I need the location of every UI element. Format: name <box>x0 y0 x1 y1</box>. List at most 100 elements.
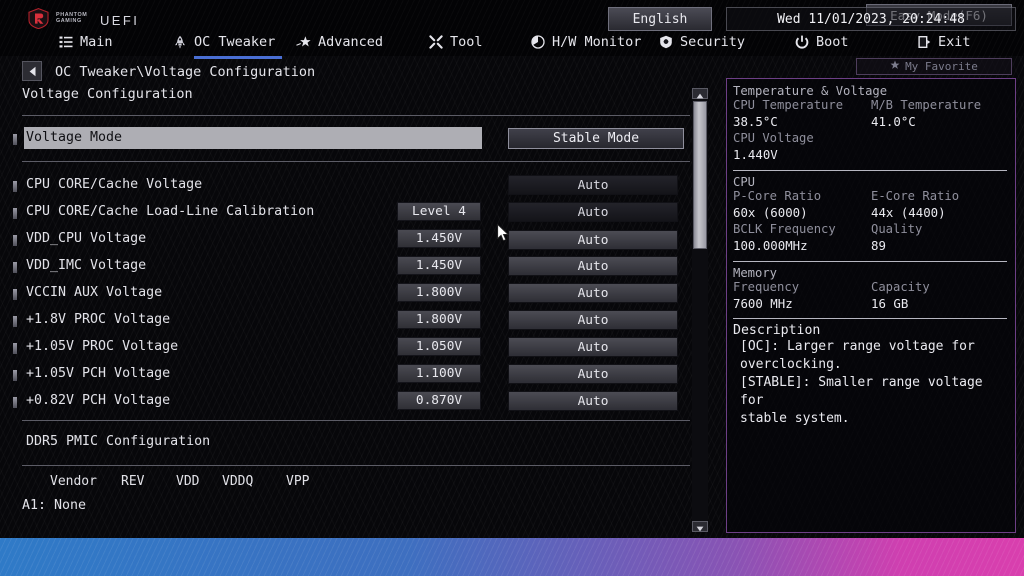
divider-pmic-header <box>22 465 690 466</box>
nav-item-exit[interactable]: Exit <box>916 29 971 56</box>
setting-value-2[interactable]: 1.450V <box>397 229 481 248</box>
setting-label: +0.82V PCH Voltage <box>26 393 171 408</box>
nav-label-exit: Exit <box>938 33 971 50</box>
setting-auto-1[interactable]: Auto <box>508 202 678 222</box>
vertical-scrollbar[interactable] <box>692 88 708 532</box>
scroll-up-button[interactable] <box>692 88 708 99</box>
my-favorite-label: My Favorite <box>905 60 978 73</box>
setting-value-7[interactable]: 1.100V <box>397 364 481 383</box>
info-cpu-temp-key: CPU Temperature <box>733 98 844 112</box>
divider-before-pmic <box>22 420 690 421</box>
info-description-title: Description <box>733 323 821 339</box>
info-mb-temp-value: 41.0°C <box>871 113 916 129</box>
info-description-line-3: [STABLE]: Smaller range voltage for <box>740 375 983 409</box>
setting-auto-8[interactable]: Auto <box>508 391 678 411</box>
info-description-line-1: [OC]: Larger range voltage for <box>740 339 975 355</box>
datetime-display[interactable]: Wed 11/01/2023, 20:24:48 <box>726 7 1016 31</box>
info-cpu-voltage-key: CPU Voltage <box>733 131 814 146</box>
info-temp-grid: CPU Temperature 38.5°C M/B Temperature 4… <box>733 98 1009 129</box>
setting-value-1[interactable]: Level 4 <box>397 202 481 221</box>
setting-label: +1.8V PROC Voltage <box>26 312 171 327</box>
pmic-section-title: DDR5 PMIC Configuration <box>26 434 211 449</box>
info-mem-capacity: Capacity 16 GB <box>871 280 1009 311</box>
info-bclk-value: 100.000MHz <box>733 238 808 254</box>
uefi-bios-screen: PHANTOM GAMING UEFI Main OC Tweaker Adva… <box>0 0 1024 576</box>
divider-after-voltage-mode <box>22 161 690 162</box>
info-mb-temp: M/B Temperature 41.0°C <box>871 98 1009 129</box>
setting-auto-2[interactable]: Auto <box>508 230 678 250</box>
setting-auto-5[interactable]: Auto <box>508 310 678 330</box>
nav-item-boot[interactable]: Boot <box>794 29 849 56</box>
setting-label: VDD_IMC Voltage <box>26 258 147 273</box>
info-description-line-4: stable system. <box>740 411 850 427</box>
info-ecore: E-Core Ratio 44x (4400) <box>871 189 1009 220</box>
setting-value-4[interactable]: 1.800V <box>397 283 481 302</box>
info-bclk-key: BCLK Frequency <box>733 222 836 237</box>
info-quality: Quality 89 <box>871 222 1009 253</box>
bullet-icon <box>13 343 17 354</box>
info-bclk-grid: BCLK Frequency 100.000MHz Quality 89 <box>733 222 1009 253</box>
info-memory-grid: Frequency 7600 MHz Capacity 16 GB <box>733 280 1009 311</box>
info-mb-temp-key: M/B Temperature <box>871 98 982 112</box>
setting-value-5[interactable]: 1.800V <box>397 310 481 329</box>
setting-value-6[interactable]: 1.050V <box>397 337 481 356</box>
info-mem-frequency-value: 7600 MHz <box>733 295 793 311</box>
exit-icon <box>916 34 931 49</box>
setting-label: +1.05V PCH Voltage <box>26 366 171 381</box>
pmic-col-vdd: VDD <box>176 474 200 489</box>
info-mem-frequency: Frequency 7600 MHz <box>733 280 871 311</box>
bullet-icon <box>13 370 17 381</box>
info-bclk: BCLK Frequency 100.000MHz <box>733 222 871 253</box>
setting-auto-0[interactable]: Auto <box>508 175 678 195</box>
setting-value-8[interactable]: 0.870V <box>397 391 481 410</box>
setting-label: CPU CORE/Cache Voltage <box>26 177 203 192</box>
language-button[interactable]: English <box>608 7 712 31</box>
pmic-col-vddq: VDDQ <box>222 474 254 489</box>
pmic-table-header: Vendor REV VDD VDDQ VPP <box>0 474 700 494</box>
setting-auto-6[interactable]: Auto <box>508 337 678 357</box>
info-divider-2 <box>733 260 1007 262</box>
setting-label: CPU CORE/Cache Load-Line Calibration <box>26 204 315 219</box>
info-panel: Temperature & Voltage CPU Temperature 38… <box>726 78 1016 533</box>
info-mem-capacity-value: 16 GB <box>871 295 909 311</box>
setting-label: +1.05V PROC Voltage <box>26 339 179 354</box>
setting-label: VCCIN AUX Voltage <box>26 285 163 300</box>
pmic-col-rev: REV <box>121 474 145 489</box>
bullet-icon <box>13 289 17 300</box>
setting-auto-7[interactable]: Auto <box>508 364 678 384</box>
info-cpu-voltage-value: 1.440V <box>733 147 778 163</box>
power-icon <box>794 34 809 49</box>
bullet-icon <box>13 181 17 192</box>
voltage-mode-value[interactable]: Stable Mode <box>508 128 684 149</box>
info-divider-3 <box>733 318 1007 320</box>
info-ecore-key: E-Core Ratio <box>871 188 960 203</box>
bullet-icon <box>13 134 17 145</box>
triangle-down-icon <box>696 517 704 536</box>
pmic-col-vpp: VPP <box>286 474 310 489</box>
scroll-down-button[interactable] <box>692 521 708 532</box>
setting-auto-4[interactable]: Auto <box>508 283 678 303</box>
info-description-line-2: overclocking. <box>740 357 842 373</box>
settings-list: Voltage Mode Stable Mode CPU CORE/Cache … <box>0 0 712 576</box>
info-memory-title: Memory <box>733 265 778 280</box>
info-quality-key: Quality <box>871 222 923 237</box>
pmic-table-row: A1: None <box>22 498 87 513</box>
bullet-icon <box>13 397 17 408</box>
setting-value-3[interactable]: 1.450V <box>397 256 481 275</box>
bullet-icon <box>13 316 17 327</box>
scrollbar-thumb[interactable] <box>693 101 707 249</box>
setting-auto-3[interactable]: Auto <box>508 256 678 276</box>
star-icon <box>890 60 900 73</box>
bullet-icon <box>13 208 17 219</box>
bullet-icon <box>13 262 17 273</box>
mouse-cursor <box>497 223 510 247</box>
info-pcore-value: 60x (6000) <box>733 204 808 220</box>
bottom-bar <box>0 538 1024 576</box>
my-favorite-button[interactable]: My Favorite <box>856 58 1012 75</box>
info-pcore: P-Core Ratio 60x (6000) <box>733 189 871 220</box>
info-cpu-temp: CPU Temperature 38.5°C <box>733 98 871 129</box>
pmic-col-vendor: Vendor <box>50 474 97 489</box>
info-cpu-temp-value: 38.5°C <box>733 113 778 129</box>
info-cpu-title: CPU <box>733 174 756 189</box>
setting-label: VDD_CPU Voltage <box>26 231 147 246</box>
